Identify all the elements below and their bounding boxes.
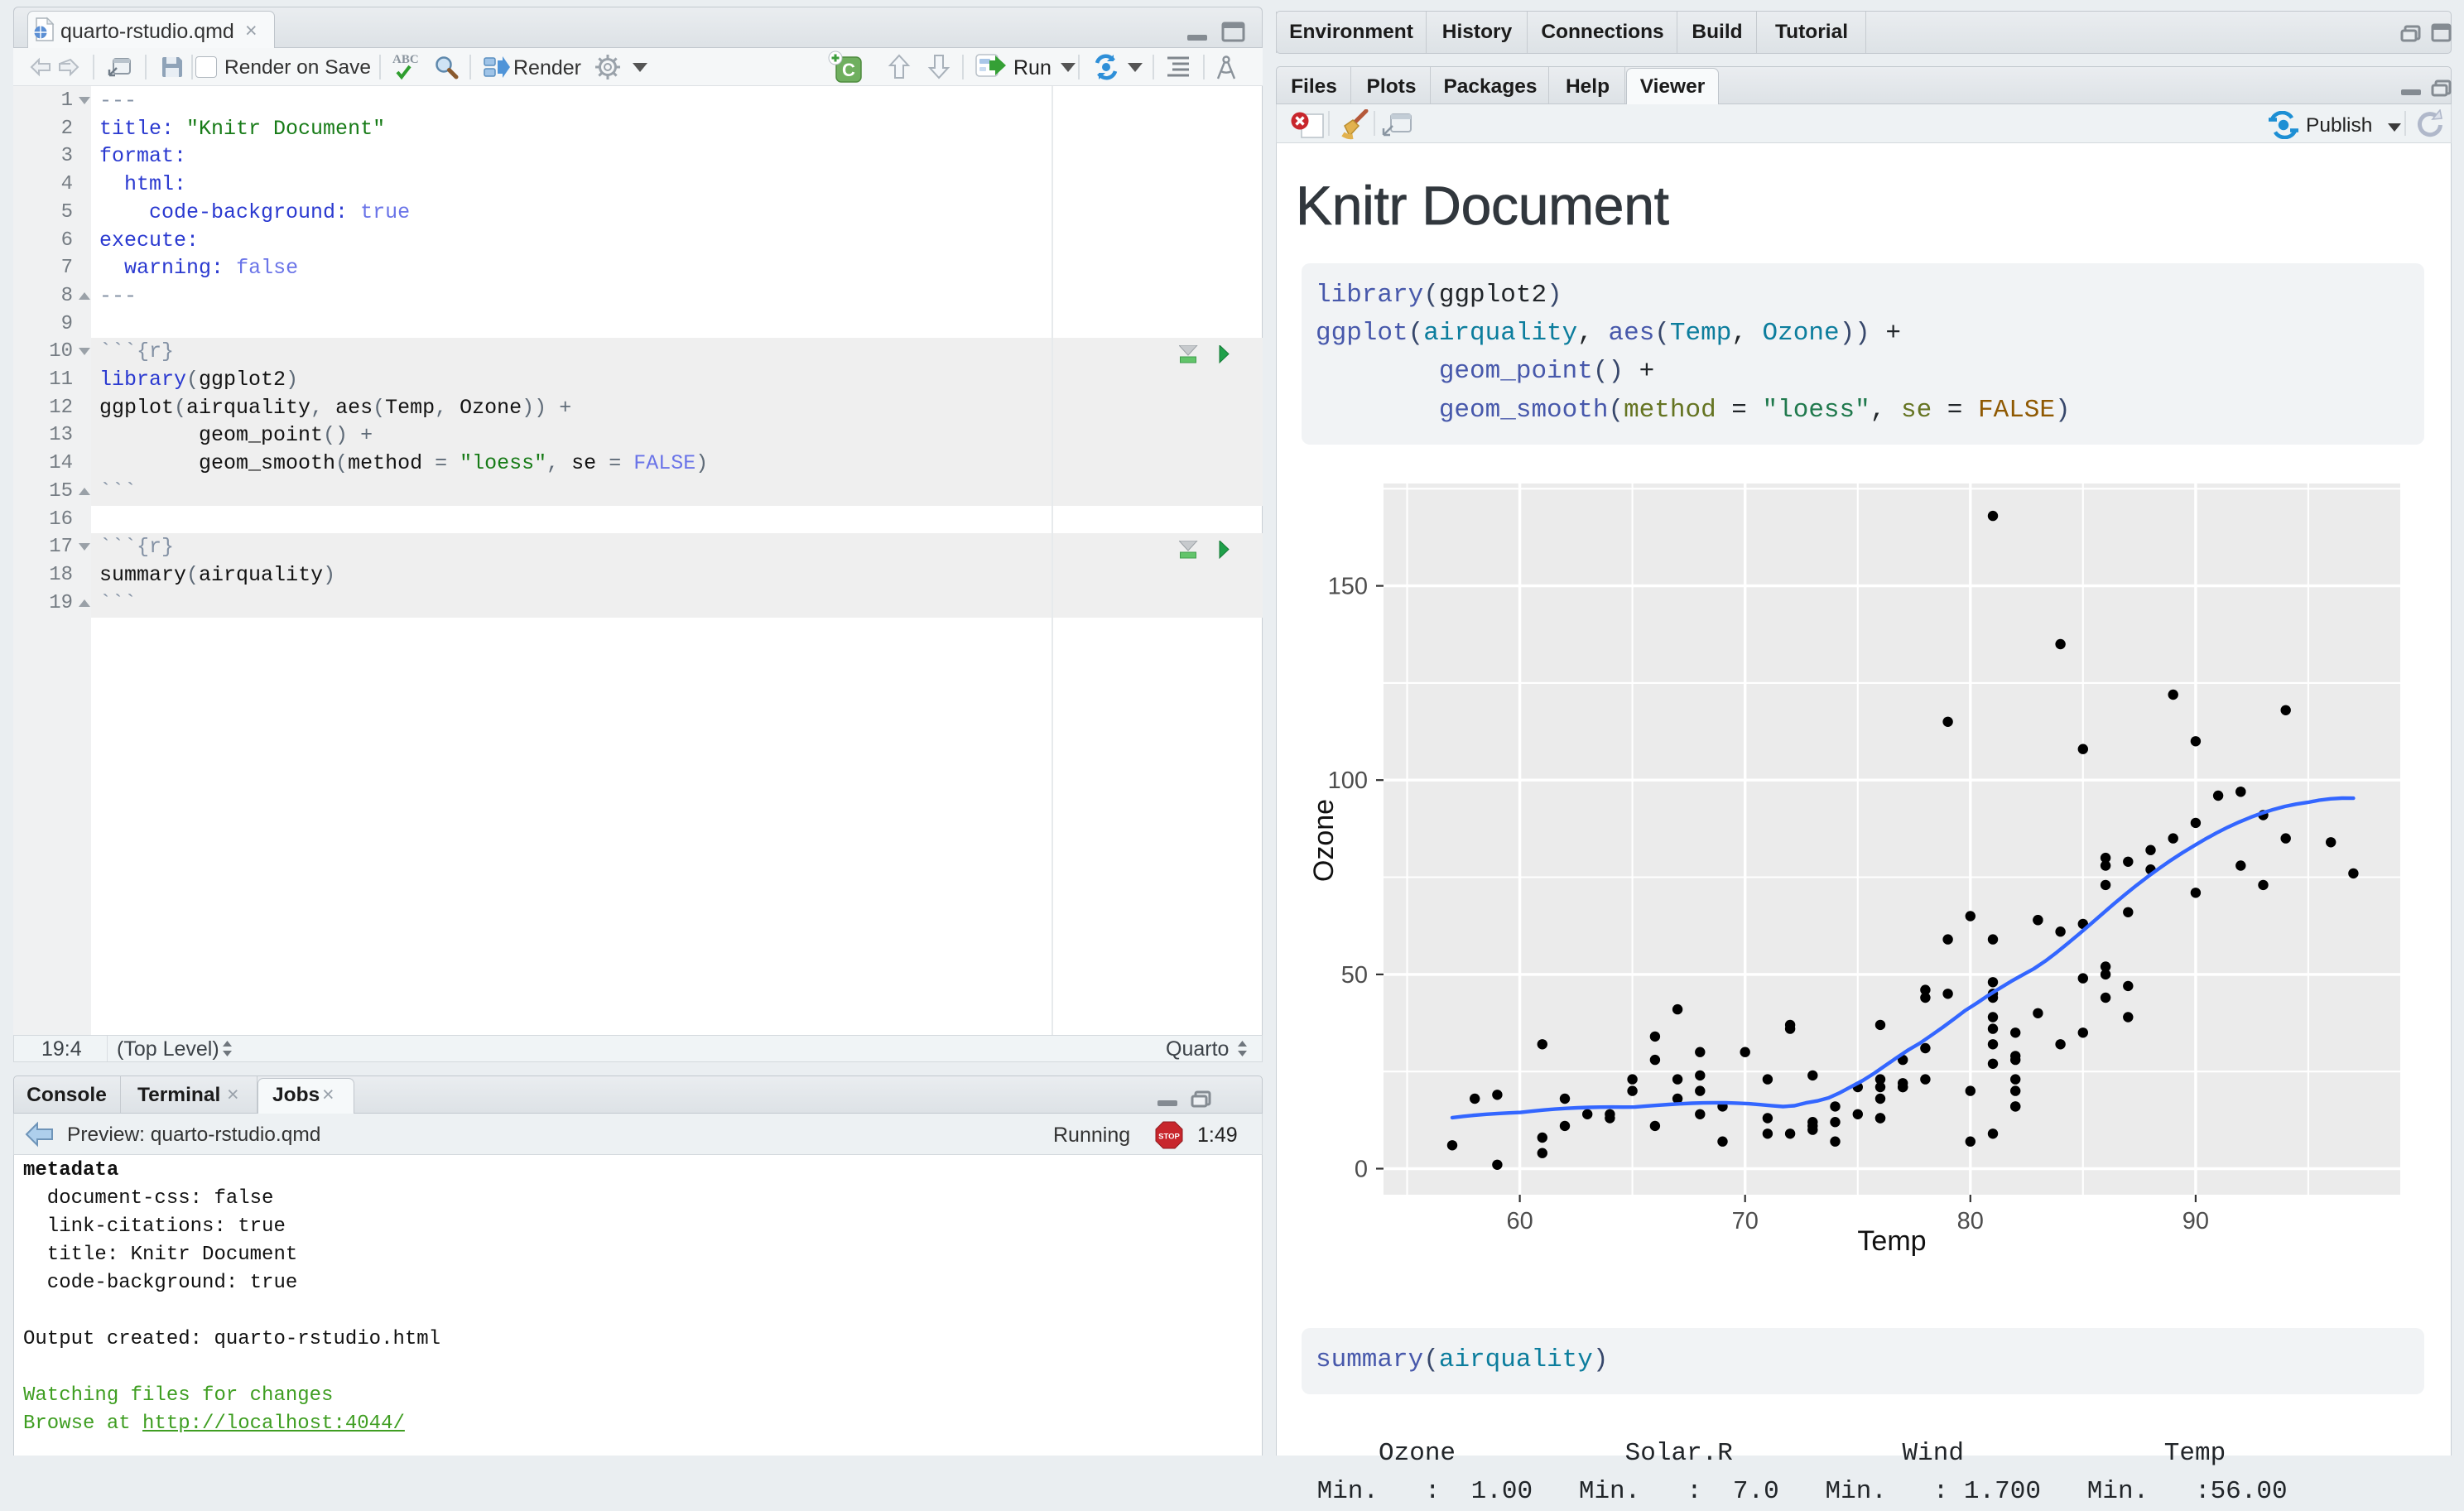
svg-text:60: 60 [1506, 1208, 1533, 1234]
svg-text:Ozone: Ozone [1308, 799, 1340, 882]
svg-text:90: 90 [2182, 1208, 2209, 1234]
svg-text:50: 50 [1341, 962, 1368, 989]
svg-text:ABC: ABC [392, 53, 419, 66]
svg-text:70: 70 [1732, 1208, 1759, 1234]
svg-text:STOP: STOP [1158, 1133, 1180, 1142]
svg-text:C: C [842, 60, 855, 80]
svg-text:100: 100 [1328, 768, 1368, 794]
svg-text:150: 150 [1328, 574, 1368, 600]
svg-text:80: 80 [1957, 1208, 1984, 1234]
svg-text:0: 0 [1355, 1157, 1368, 1183]
svg-text:Temp: Temp [1857, 1225, 1926, 1257]
